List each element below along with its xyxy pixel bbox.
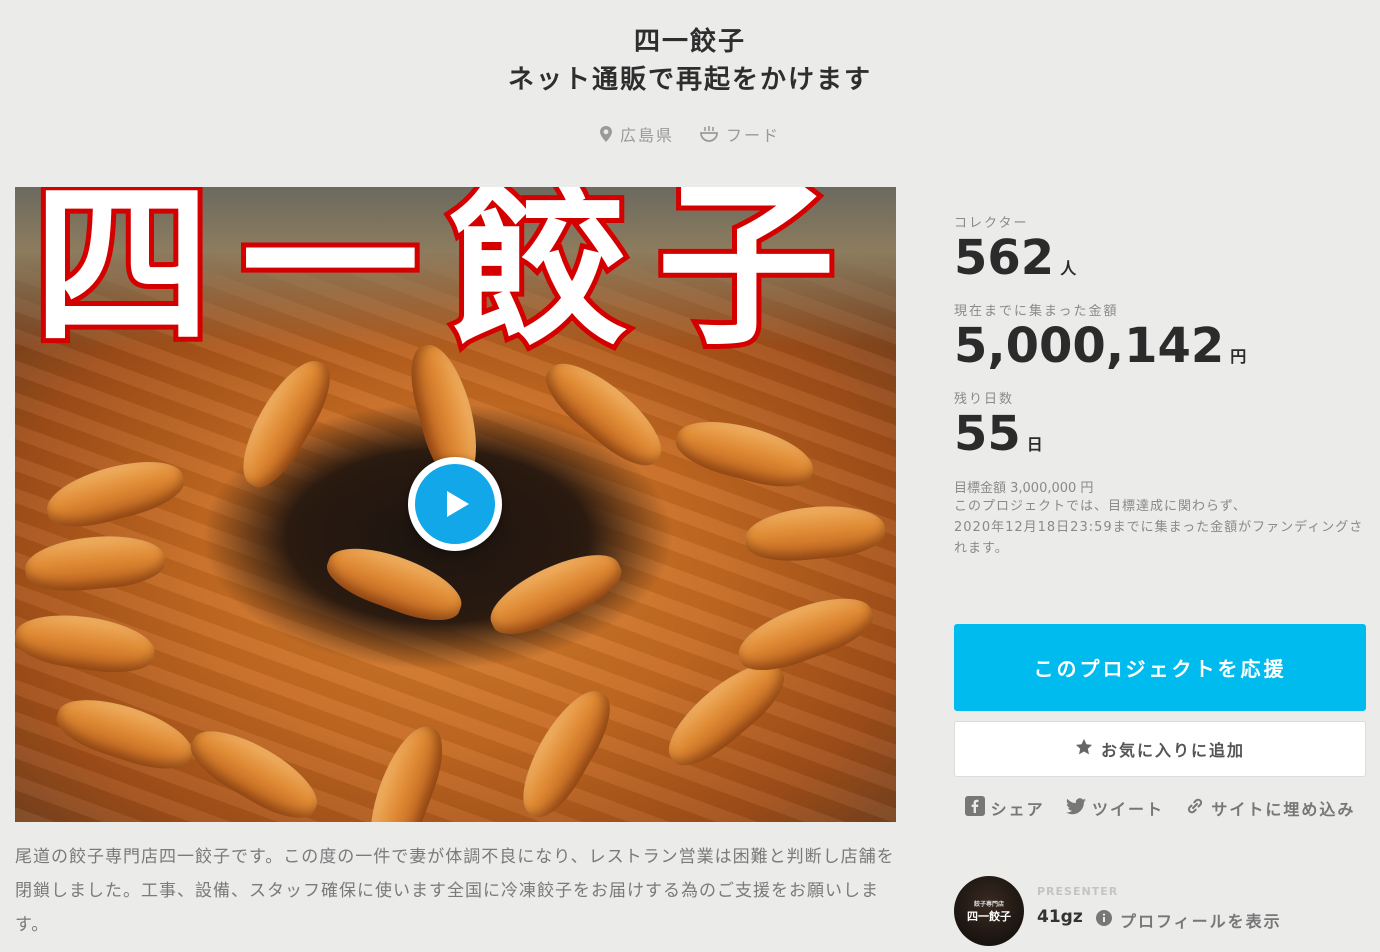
embed-button[interactable]: サイトに埋め込み [1185, 796, 1355, 820]
raised-unit: 円 [1230, 347, 1247, 367]
days-stat: 残り日数 55 日 [954, 388, 1366, 462]
twitter-icon [1065, 797, 1086, 819]
add-favorite-button[interactable]: お気に入りに追加 [954, 721, 1366, 777]
raised-value: 5,000,142 円 [954, 319, 1366, 374]
view-profile-link[interactable]: プロフィールを表示 [1096, 908, 1282, 932]
project-description: 尾道の餃子専門店四一餃子です。この度の一件で妻が体調不良になり、レストラン営業は… [15, 847, 895, 935]
link-icon [1185, 796, 1205, 820]
collectors-label: コレクター [954, 216, 1029, 231]
raised-number: 5,000,142 [954, 318, 1225, 375]
food-bowl-icon [700, 126, 718, 142]
days-number: 55 [954, 406, 1021, 463]
favorite-label: お気に入りに追加 [1100, 741, 1245, 760]
dumpling-image [730, 584, 880, 682]
share-label: シェア [990, 800, 1045, 819]
goal-amount: 目標金額 3,000,000 円 [954, 480, 1094, 496]
collectors-number: 562 [954, 230, 1055, 286]
presenter-section: 餃子専門店 四一餃子 PRESENTER 41gz プロフィールを表示 [954, 876, 1374, 946]
dumpling-image [743, 500, 887, 566]
collectors-value: 562 人 [954, 230, 1366, 286]
project-title-line1: 四一餃子 [633, 27, 746, 57]
facebook-share-button[interactable]: シェア [964, 796, 1045, 820]
project-meta: 広島県 フード [0, 122, 1380, 146]
play-icon [415, 464, 495, 544]
raised-label: 現在までに集まった金額 [954, 304, 1119, 320]
info-icon [1096, 910, 1112, 930]
dumpling-image [15, 607, 158, 679]
dumpling-image [356, 718, 454, 822]
category-label: フード [726, 126, 781, 145]
presenter-label: PRESENTER [1037, 885, 1119, 898]
location-link[interactable]: 広島県 [599, 122, 674, 146]
dumpling-image [507, 679, 623, 822]
tweet-button[interactable]: ツイート [1065, 796, 1164, 820]
project-video[interactable]: 四一餃子 [15, 187, 896, 822]
days-value: 55 日 [954, 407, 1366, 462]
map-pin-icon [599, 126, 612, 142]
funding-note-line1: このプロジェクトでは、目標達成に関わらず、 [954, 498, 1247, 514]
tweet-label: ツイート [1091, 800, 1164, 819]
dumpling-image [670, 409, 820, 497]
collectors-unit: 人 [1060, 259, 1077, 278]
dumpling-image [181, 715, 329, 822]
raised-stat: 現在までに集まった金額 5,000,142 円 [954, 300, 1366, 374]
support-project-button[interactable]: このプロジェクトを応援 [954, 624, 1366, 711]
days-unit: 日 [1026, 435, 1043, 455]
collectors-stat: コレクター 562 人 [954, 212, 1366, 286]
facebook-icon [964, 796, 985, 820]
embed-label: サイトに埋め込み [1211, 800, 1356, 819]
avatar-text: 四一餃子 [967, 910, 1011, 923]
project-title-line2: ネット通販で再起をかけます [507, 65, 872, 95]
dumpling-image [227, 349, 343, 497]
play-button[interactable] [408, 457, 502, 551]
funding-note: このプロジェクトでは、目標達成に関わらず、 2020年12月18日23:59まで… [954, 496, 1364, 559]
dumpling-image [50, 686, 200, 780]
presenter-name[interactable]: 41gz [1037, 907, 1083, 927]
share-bar: シェア ツイート サイトに埋め込み [954, 796, 1366, 820]
days-label: 残り日数 [954, 392, 1015, 408]
star-icon [1075, 738, 1093, 760]
project-title: 四一餃子 ネット通販で再起をかけます [0, 24, 1380, 100]
category-link[interactable]: フード [700, 122, 780, 146]
project-stats: コレクター 562 人 現在までに集まった金額 5,000,142 円 残り日数 5… [954, 212, 1366, 559]
avatar[interactable]: 餃子専門店 四一餃子 [954, 876, 1024, 946]
location-label: 広島県 [619, 126, 674, 145]
funding-note-line2: 2020年12月18日23:59までに集まった金額がファンディングされます。 [954, 519, 1364, 556]
profile-link-label: プロフィールを表示 [1120, 912, 1282, 931]
dumpling-image [23, 530, 167, 596]
dumpling-image [40, 449, 190, 537]
hero-overlay-text: 四一餃子 [28, 187, 865, 369]
dumpling-image [480, 539, 630, 647]
